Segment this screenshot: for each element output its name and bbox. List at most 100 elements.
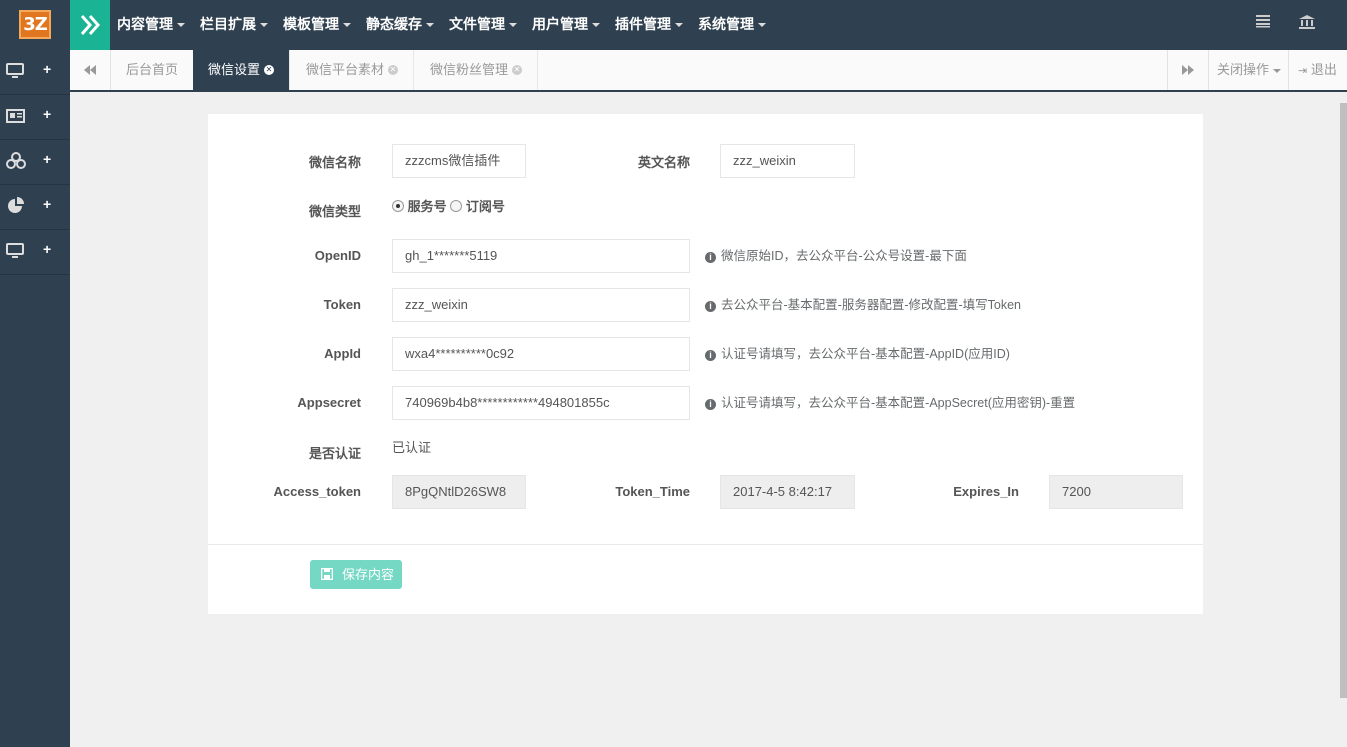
english-name-label: 英文名称 — [637, 155, 690, 170]
radio-service-label: 服务号 — [407, 199, 447, 214]
wechat-settings-form: 微信名称 zzzcms微信插件 英文名称 zzz_weixin 微信类型 服务号… — [208, 114, 1203, 614]
sidebar-toggle-button[interactable] — [70, 0, 110, 50]
nav-content[interactable]: 内容管理 — [117, 0, 185, 50]
nav-label: 用户管理 — [532, 16, 588, 32]
list-icon[interactable] — [1255, 14, 1273, 32]
sign-out-icon: ⇥ — [1298, 65, 1308, 77]
tab-label: 微信设置 — [208, 62, 261, 77]
caret-down-icon — [426, 23, 434, 28]
backward-icon — [84, 65, 96, 75]
info-icon: i — [705, 399, 716, 410]
token-help: i 去公众平台-基本配置-服务器配置-修改配置-填写Token — [705, 294, 1021, 313]
scrollbar-thumb[interactable] — [1340, 103, 1347, 698]
form-divider — [208, 544, 1203, 545]
expires-in-label: Expires_In — [953, 484, 1019, 499]
caret-down-icon — [1273, 68, 1282, 73]
sidebar-item-1[interactable]: + — [0, 50, 70, 95]
logout-label: 退出 — [1310, 62, 1337, 77]
wechat-type-radios: 服务号 订阅号 — [392, 196, 505, 215]
expand-plus[interactable]: + — [43, 196, 51, 212]
logout-button[interactable]: ⇥ 退出 — [1288, 50, 1347, 90]
tab-label: 后台首页 — [126, 62, 179, 77]
nav-label: 静态缓存 — [366, 16, 422, 32]
appid-label: AppId — [324, 346, 361, 361]
close-operations-dropdown[interactable]: 关闭操作 — [1208, 50, 1288, 90]
nav-column[interactable]: 栏目扩展 — [200, 0, 268, 50]
caret-down-icon — [509, 23, 517, 28]
double-chevron-right-icon — [80, 15, 101, 35]
caret-down-icon — [758, 23, 766, 28]
nav-system[interactable]: 系统管理 — [698, 0, 766, 50]
info-icon: i — [705, 350, 716, 361]
expand-plus[interactable]: + — [43, 241, 51, 257]
save-icon — [321, 568, 333, 580]
main-nav: 内容管理 栏目扩展 模板管理 静态缓存 文件管理 用户管理 插件管理 系统管理 — [117, 0, 781, 50]
appid-input[interactable]: wxa4**********0c92 — [392, 337, 690, 371]
tab-bar: 后台首页 微信设置 ✕ 微信平台素材 ✕ 微信粉丝管理 ✕ 关闭操作 ⇥ 退出 — [70, 50, 1347, 92]
close-icon[interactable]: ✕ — [512, 64, 523, 75]
sidebar-item-5[interactable]: + — [0, 230, 70, 275]
wechat-type-label: 微信类型 — [308, 204, 361, 219]
close-ops-label: 关闭操作 — [1217, 62, 1270, 77]
tab-wechat-material[interactable]: 微信平台素材 ✕ — [291, 50, 415, 90]
nav-label: 内容管理 — [117, 16, 173, 32]
radio-service[interactable] — [392, 200, 404, 212]
sidebar-item-3[interactable]: + — [0, 140, 70, 185]
expand-plus[interactable]: + — [43, 61, 51, 77]
nav-label: 文件管理 — [449, 16, 505, 32]
expand-plus[interactable]: + — [43, 106, 51, 122]
radio-subscription[interactable] — [450, 200, 463, 212]
expires-in-input: 7200 — [1049, 475, 1183, 509]
appsecret-input[interactable]: 740969b4b8************494801855c — [392, 386, 690, 420]
appsecret-help: i 认证号请填写，去公众平台-基本配置-AppSecret(应用密钥)-重置 — [705, 392, 1075, 411]
help-text: 认证号请填写，去公众平台-基本配置-AppSecret(应用密钥)-重置 — [721, 396, 1076, 410]
verified-value: 已认证 — [392, 440, 432, 455]
logo-mark: 3Z — [19, 10, 51, 39]
wechat-name-label: 微信名称 — [308, 155, 361, 170]
token-label: Token — [323, 297, 361, 312]
appid-help: i 认证号请填写，去公众平台-基本配置-AppID(应用ID) — [705, 343, 1010, 362]
token-input[interactable]: zzz_weixin — [392, 288, 690, 322]
pie-chart-icon — [8, 197, 24, 213]
close-icon[interactable]: ✕ — [264, 64, 275, 75]
tab-scroll-left-button[interactable] — [70, 50, 111, 90]
english-name-input[interactable]: zzz_weixin — [720, 144, 855, 178]
tab-label: 微信粉丝管理 — [430, 62, 509, 77]
openid-help: i 微信原始ID，去公众平台-公众号设置-最下面 — [705, 245, 967, 264]
help-text: 去公众平台-基本配置-服务器配置-修改配置-填写Token — [721, 298, 1022, 312]
sidebar-item-4[interactable]: + — [0, 185, 70, 230]
radio-subscription-label: 订阅号 — [465, 199, 505, 214]
nav-label: 插件管理 — [615, 16, 671, 32]
nav-cache[interactable]: 静态缓存 — [366, 0, 434, 50]
tab-wechat-fans[interactable]: 微信粉丝管理 ✕ — [415, 50, 539, 90]
token-time-input: 2017-4-5 8:42:17 — [720, 475, 855, 509]
nav-label: 栏目扩展 — [200, 16, 256, 32]
desktop-icon — [6, 243, 24, 258]
nav-label: 模板管理 — [283, 16, 339, 32]
sidebar-item-2[interactable]: + — [0, 95, 70, 140]
nav-user[interactable]: 用户管理 — [532, 0, 600, 50]
newspaper-icon — [6, 109, 25, 123]
cubes-icon — [6, 152, 26, 169]
caret-down-icon — [675, 23, 683, 28]
caret-down-icon — [343, 23, 351, 28]
wechat-name-input[interactable]: zzzcms微信插件 — [392, 144, 526, 178]
logo[interactable]: 3Z — [0, 0, 70, 50]
bank-icon[interactable] — [1298, 14, 1316, 32]
nav-plugin[interactable]: 插件管理 — [615, 0, 683, 50]
access-token-label: Access_token — [273, 484, 361, 499]
openid-input[interactable]: gh_1*******5119 — [392, 239, 690, 273]
nav-template[interactable]: 模板管理 — [283, 0, 351, 50]
tab-scroll-right-button[interactable] — [1167, 50, 1208, 90]
nav-file[interactable]: 文件管理 — [449, 0, 517, 50]
save-button[interactable]: 保存内容 — [310, 560, 402, 589]
tab-home[interactable]: 后台首页 — [111, 50, 195, 90]
tab-wechat-settings[interactable]: 微信设置 ✕ — [193, 50, 291, 90]
tab-label: 微信平台素材 — [306, 62, 385, 77]
sidebar: + + + + + — [0, 50, 70, 747]
help-text: 微信原始ID，去公众平台-公众号设置-最下面 — [721, 249, 967, 263]
close-icon[interactable]: ✕ — [388, 64, 399, 75]
openid-label: OpenID — [314, 248, 361, 263]
vertical-scrollbar[interactable] — [1340, 93, 1347, 747]
expand-plus[interactable]: + — [43, 151, 51, 167]
